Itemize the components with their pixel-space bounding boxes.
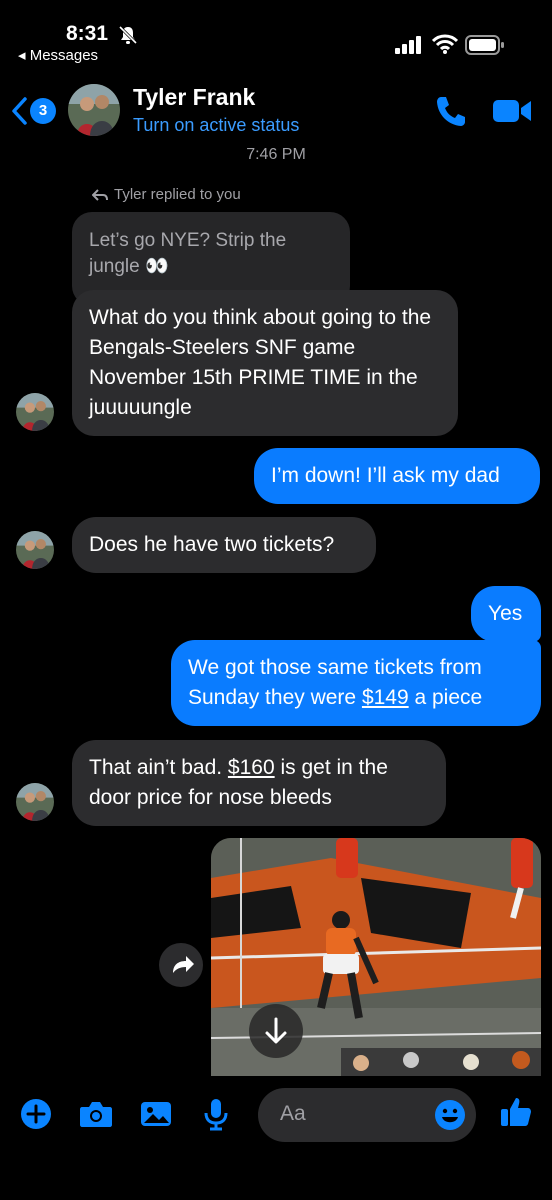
incoming-message[interactable]: Does he have two tickets? xyxy=(72,517,376,573)
wifi-icon xyxy=(432,34,458,54)
reply-note: Tyler replied to you xyxy=(91,186,241,203)
status-bar: 8:31 ◂ Messages xyxy=(0,0,552,70)
avatar-photo xyxy=(16,393,54,431)
chat-header: 3 Tyler Frank Turn on active status xyxy=(0,76,552,148)
microphone-icon[interactable] xyxy=(198,1096,234,1132)
cellular-signal-icon xyxy=(395,36,421,54)
contact-avatar[interactable] xyxy=(68,84,120,136)
reply-arrow-icon xyxy=(91,189,108,201)
status-time: 8:31 xyxy=(66,22,109,45)
sender-avatar[interactable] xyxy=(16,393,54,431)
message-text-before: That ain’t bad. xyxy=(89,756,228,779)
message-composer: Aa xyxy=(0,1078,552,1200)
price-link[interactable]: $149 xyxy=(362,686,409,709)
outgoing-message[interactable]: Yes xyxy=(471,586,541,642)
message-text: What do you think about going to the Ben… xyxy=(89,306,432,419)
bell-muted-icon xyxy=(118,25,138,45)
quoted-message-text: Let’s go NYE? Strip the jungle 👀 xyxy=(89,230,287,277)
avatar-photo xyxy=(16,783,54,821)
outgoing-message[interactable]: I’m down! I’ll ask my dad xyxy=(254,448,540,504)
message-input[interactable]: Aa xyxy=(258,1088,476,1142)
video-attachment[interactable] xyxy=(211,838,541,1076)
back-button[interactable]: 3 xyxy=(10,94,58,128)
sender-avatar[interactable] xyxy=(16,531,54,569)
price-link[interactable]: $160 xyxy=(228,756,275,779)
video-call-icon[interactable] xyxy=(492,96,532,126)
message-input-placeholder: Aa xyxy=(280,1102,306,1125)
back-to-messages-link[interactable]: ◂ Messages xyxy=(18,46,98,64)
chevron-left-icon xyxy=(12,97,27,125)
image-icon[interactable] xyxy=(138,1096,174,1132)
thumbs-up-icon[interactable] xyxy=(498,1094,534,1130)
plus-icon[interactable] xyxy=(18,1096,54,1132)
avatar-photo xyxy=(16,531,54,569)
message-text-after: a piece xyxy=(408,686,483,709)
message-text: I’m down! I’ll ask my dad xyxy=(271,464,500,487)
incoming-message[interactable]: What do you think about going to the Ben… xyxy=(72,290,458,436)
message-text: Yes xyxy=(488,602,523,625)
battery-icon xyxy=(465,35,504,55)
emoji-icon[interactable] xyxy=(434,1099,466,1131)
active-status-link[interactable]: Turn on active status xyxy=(133,115,299,136)
share-button[interactable] xyxy=(159,943,203,987)
download-icon xyxy=(265,1017,287,1044)
conversation-timestamp: 7:46 PM xyxy=(246,146,306,163)
message-text: Does he have two tickets? xyxy=(89,533,335,556)
unread-count-badge: 3 xyxy=(30,98,56,124)
outgoing-message[interactable]: We got those same tickets from Sunday th… xyxy=(171,640,541,726)
camera-icon[interactable] xyxy=(78,1096,114,1132)
reply-note-text: Tyler replied to you xyxy=(114,186,241,203)
avatar-photo xyxy=(68,84,120,136)
download-button[interactable] xyxy=(249,1004,303,1058)
phone-call-icon[interactable] xyxy=(434,94,468,128)
contact-name[interactable]: Tyler Frank xyxy=(133,84,255,111)
share-icon xyxy=(173,956,194,973)
incoming-message[interactable]: That ain’t bad. $160 is get in the door … xyxy=(72,740,446,826)
sender-avatar[interactable] xyxy=(16,783,54,821)
